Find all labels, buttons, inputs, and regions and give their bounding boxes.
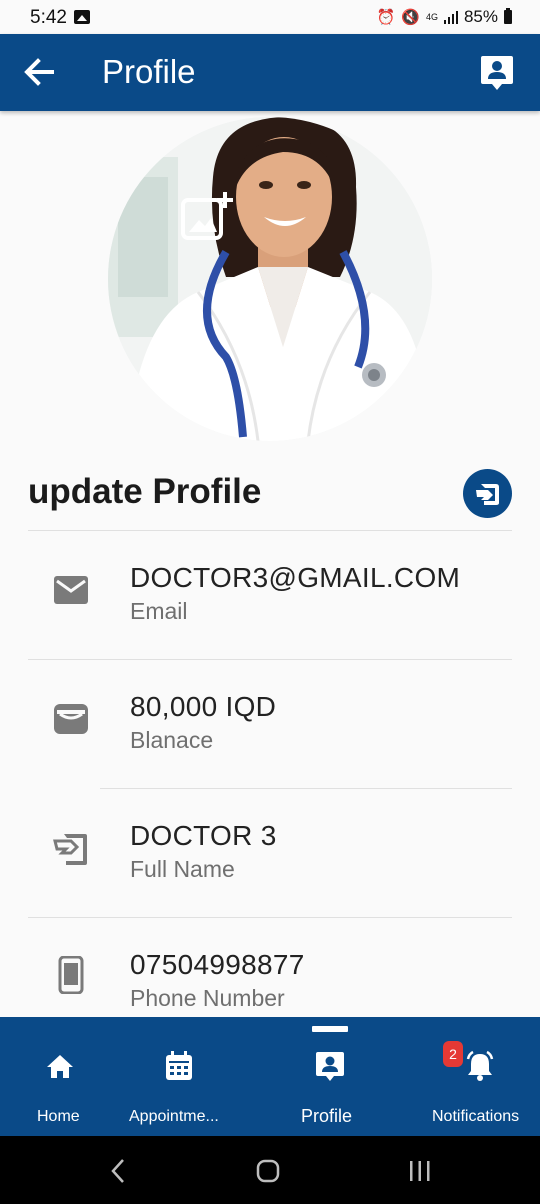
page-title: Profile xyxy=(102,53,196,90)
battery-icon xyxy=(504,8,512,24)
profile-photo[interactable] xyxy=(108,117,432,441)
profile-screen: 5:42 ⏰ 🔇 4G 85% Profile update Profile D… xyxy=(0,0,540,1204)
system-home-icon[interactable] xyxy=(256,1159,280,1183)
nav-appointments-label: Appointme... xyxy=(129,1108,219,1125)
wallet-icon xyxy=(54,704,88,734)
status-icons: ⏰ 🔇 4G 85% xyxy=(377,7,512,27)
system-navigation-bar xyxy=(0,1136,540,1204)
doctor-photo xyxy=(108,117,432,441)
edit-profile-icon xyxy=(475,483,499,505)
battery-percent: 85% xyxy=(463,7,498,26)
update-profile-heading: update Profile xyxy=(28,472,262,511)
balance-value: 80,000 IQD xyxy=(130,691,277,722)
nav-notifications-label: Notifications xyxy=(432,1108,520,1125)
status-bar: 5:42 ⏰ 🔇 4G 85% xyxy=(0,0,540,34)
alarm-icon: ⏰ xyxy=(376,9,396,26)
field-row-balance: 80,000 IQD Blanace xyxy=(0,660,540,789)
full-name-label: Full Name xyxy=(130,856,235,882)
mute-icon: 🔇 xyxy=(401,9,420,26)
nav-notifications[interactable]: Notifications xyxy=(420,1017,540,1136)
full-name-value: DOCTOR 3 xyxy=(130,820,277,851)
system-recents-icon[interactable] xyxy=(408,1160,432,1182)
field-row-full-name: DOCTOR 3 Full Name xyxy=(0,789,540,918)
nav-appointments[interactable]: Appointme... xyxy=(119,1017,241,1136)
status-time: 5:42 xyxy=(30,7,67,28)
field-row-email: DOCTOR3@GMAIL.COM Email xyxy=(0,531,540,660)
phone-icon xyxy=(58,956,84,994)
nav-home-label: Home xyxy=(37,1108,80,1125)
nav-profile[interactable]: Profile xyxy=(270,1017,389,1136)
phone-label: Phone Number xyxy=(130,985,285,1011)
nav-home[interactable]: Home xyxy=(0,1017,119,1136)
phone-value: 07504998877 xyxy=(130,949,305,980)
home-icon xyxy=(47,1055,73,1078)
app-bar: Profile xyxy=(0,34,540,111)
notification-badge: 2 xyxy=(443,1041,463,1067)
email-label: Email xyxy=(130,598,188,624)
nav-profile-label: Profile xyxy=(301,1106,353,1126)
system-back-icon[interactable] xyxy=(108,1158,128,1184)
back-arrow-icon[interactable] xyxy=(22,52,58,92)
signal-icon xyxy=(443,10,458,24)
contact-card-icon xyxy=(316,1052,344,1081)
calendar-icon xyxy=(166,1051,192,1080)
edit-profile-icon xyxy=(53,834,87,865)
network-type: 4G xyxy=(425,11,438,22)
balance-label: Blanace xyxy=(130,727,214,753)
bell-icon xyxy=(466,1050,494,1081)
email-icon xyxy=(54,576,88,604)
contact-card-icon[interactable] xyxy=(480,54,514,92)
gallery-icon xyxy=(74,10,90,24)
email-value: DOCTOR3@GMAIL.COM xyxy=(130,562,461,593)
bottom-navigation: Home Appointme... Profile Notifications xyxy=(0,1017,540,1136)
edit-profile-button[interactable] xyxy=(463,469,512,518)
add-photo-icon[interactable] xyxy=(181,190,235,242)
